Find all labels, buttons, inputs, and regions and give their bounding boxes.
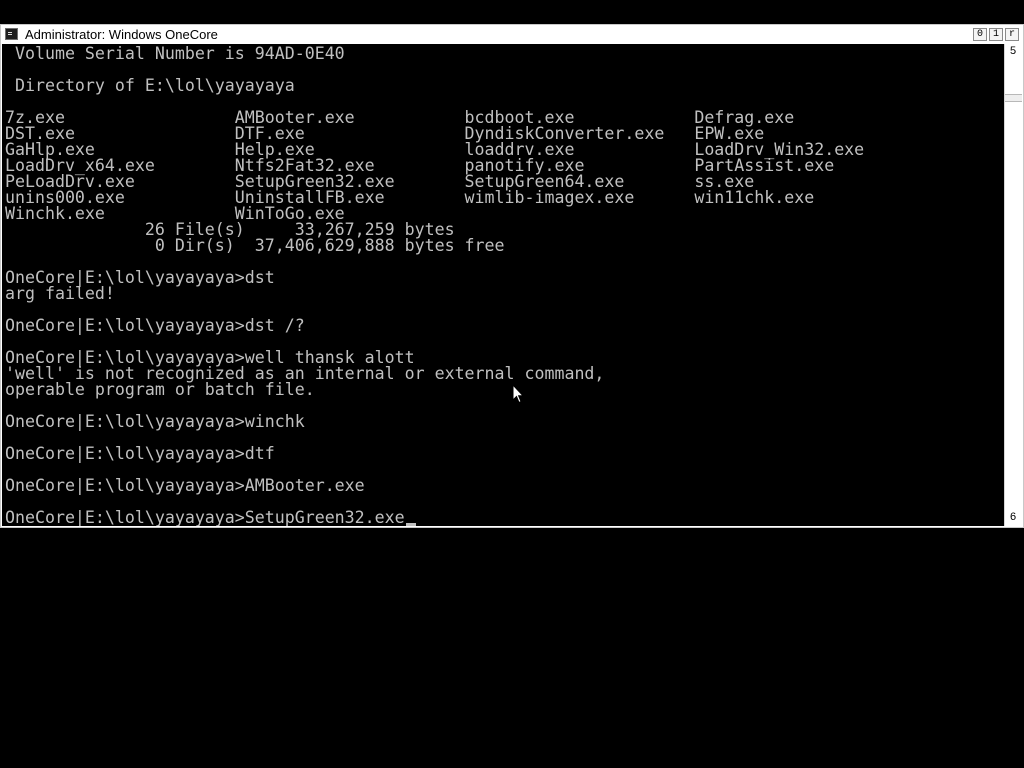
console-line: 0 Dir(s) 37,406,629,888 bytes free — [5, 236, 505, 255]
close-button[interactable]: r — [1005, 28, 1019, 41]
console-line: OneCore|E:\lol\yayayaya>dtf — [5, 444, 275, 463]
console-prompt-line[interactable]: OneCore|E:\lol\yayayaya>SetupGreen32.exe — [5, 508, 864, 526]
console-line: operable program or batch file. — [5, 380, 315, 399]
title-bar[interactable]: Administrator: Windows OneCore 0 1 r — [1, 25, 1023, 44]
prompt-text: OneCore|E:\lol\yayayaya>SetupGreen32.exe — [5, 508, 405, 526]
minimize-button[interactable]: 0 — [973, 28, 987, 41]
maximize-button[interactable]: 1 — [989, 28, 1003, 41]
window-controls: 0 1 r — [973, 28, 1019, 41]
mouse-pointer-icon — [512, 384, 524, 404]
scroll-thumb[interactable] — [1005, 94, 1022, 102]
vertical-scrollbar[interactable]: 5 6 — [1004, 44, 1022, 526]
console-line: OneCore|E:\lol\yayayaya>winchk — [5, 412, 305, 431]
console-output[interactable]: Volume Serial Number is 94AD-0E40 Direct… — [2, 44, 1004, 526]
console-line: OneCore|E:\lol\yayayaya>dst — [5, 268, 275, 287]
console-line: OneCore|E:\lol\yayayaya>dst /? — [5, 316, 305, 335]
console-window[interactable]: Administrator: Windows OneCore 0 1 r Vol… — [0, 24, 1024, 528]
console-line: Volume Serial Number is 94AD-0E40 — [5, 44, 345, 63]
console-line: arg failed! — [5, 284, 115, 303]
console-app-icon[interactable] — [5, 28, 18, 40]
console-line: OneCore|E:\lol\yayayaya>AMBooter.exe — [5, 476, 365, 495]
console-line: Directory of E:\lol\yayayaya — [5, 76, 295, 95]
window-title: Administrator: Windows OneCore — [25, 27, 218, 42]
text-cursor — [405, 523, 416, 526]
scroll-down-button[interactable]: 6 — [1007, 511, 1019, 525]
console-lines: Volume Serial Number is 94AD-0E40 Direct… — [5, 44, 864, 526]
scroll-up-button[interactable]: 5 — [1007, 45, 1019, 59]
